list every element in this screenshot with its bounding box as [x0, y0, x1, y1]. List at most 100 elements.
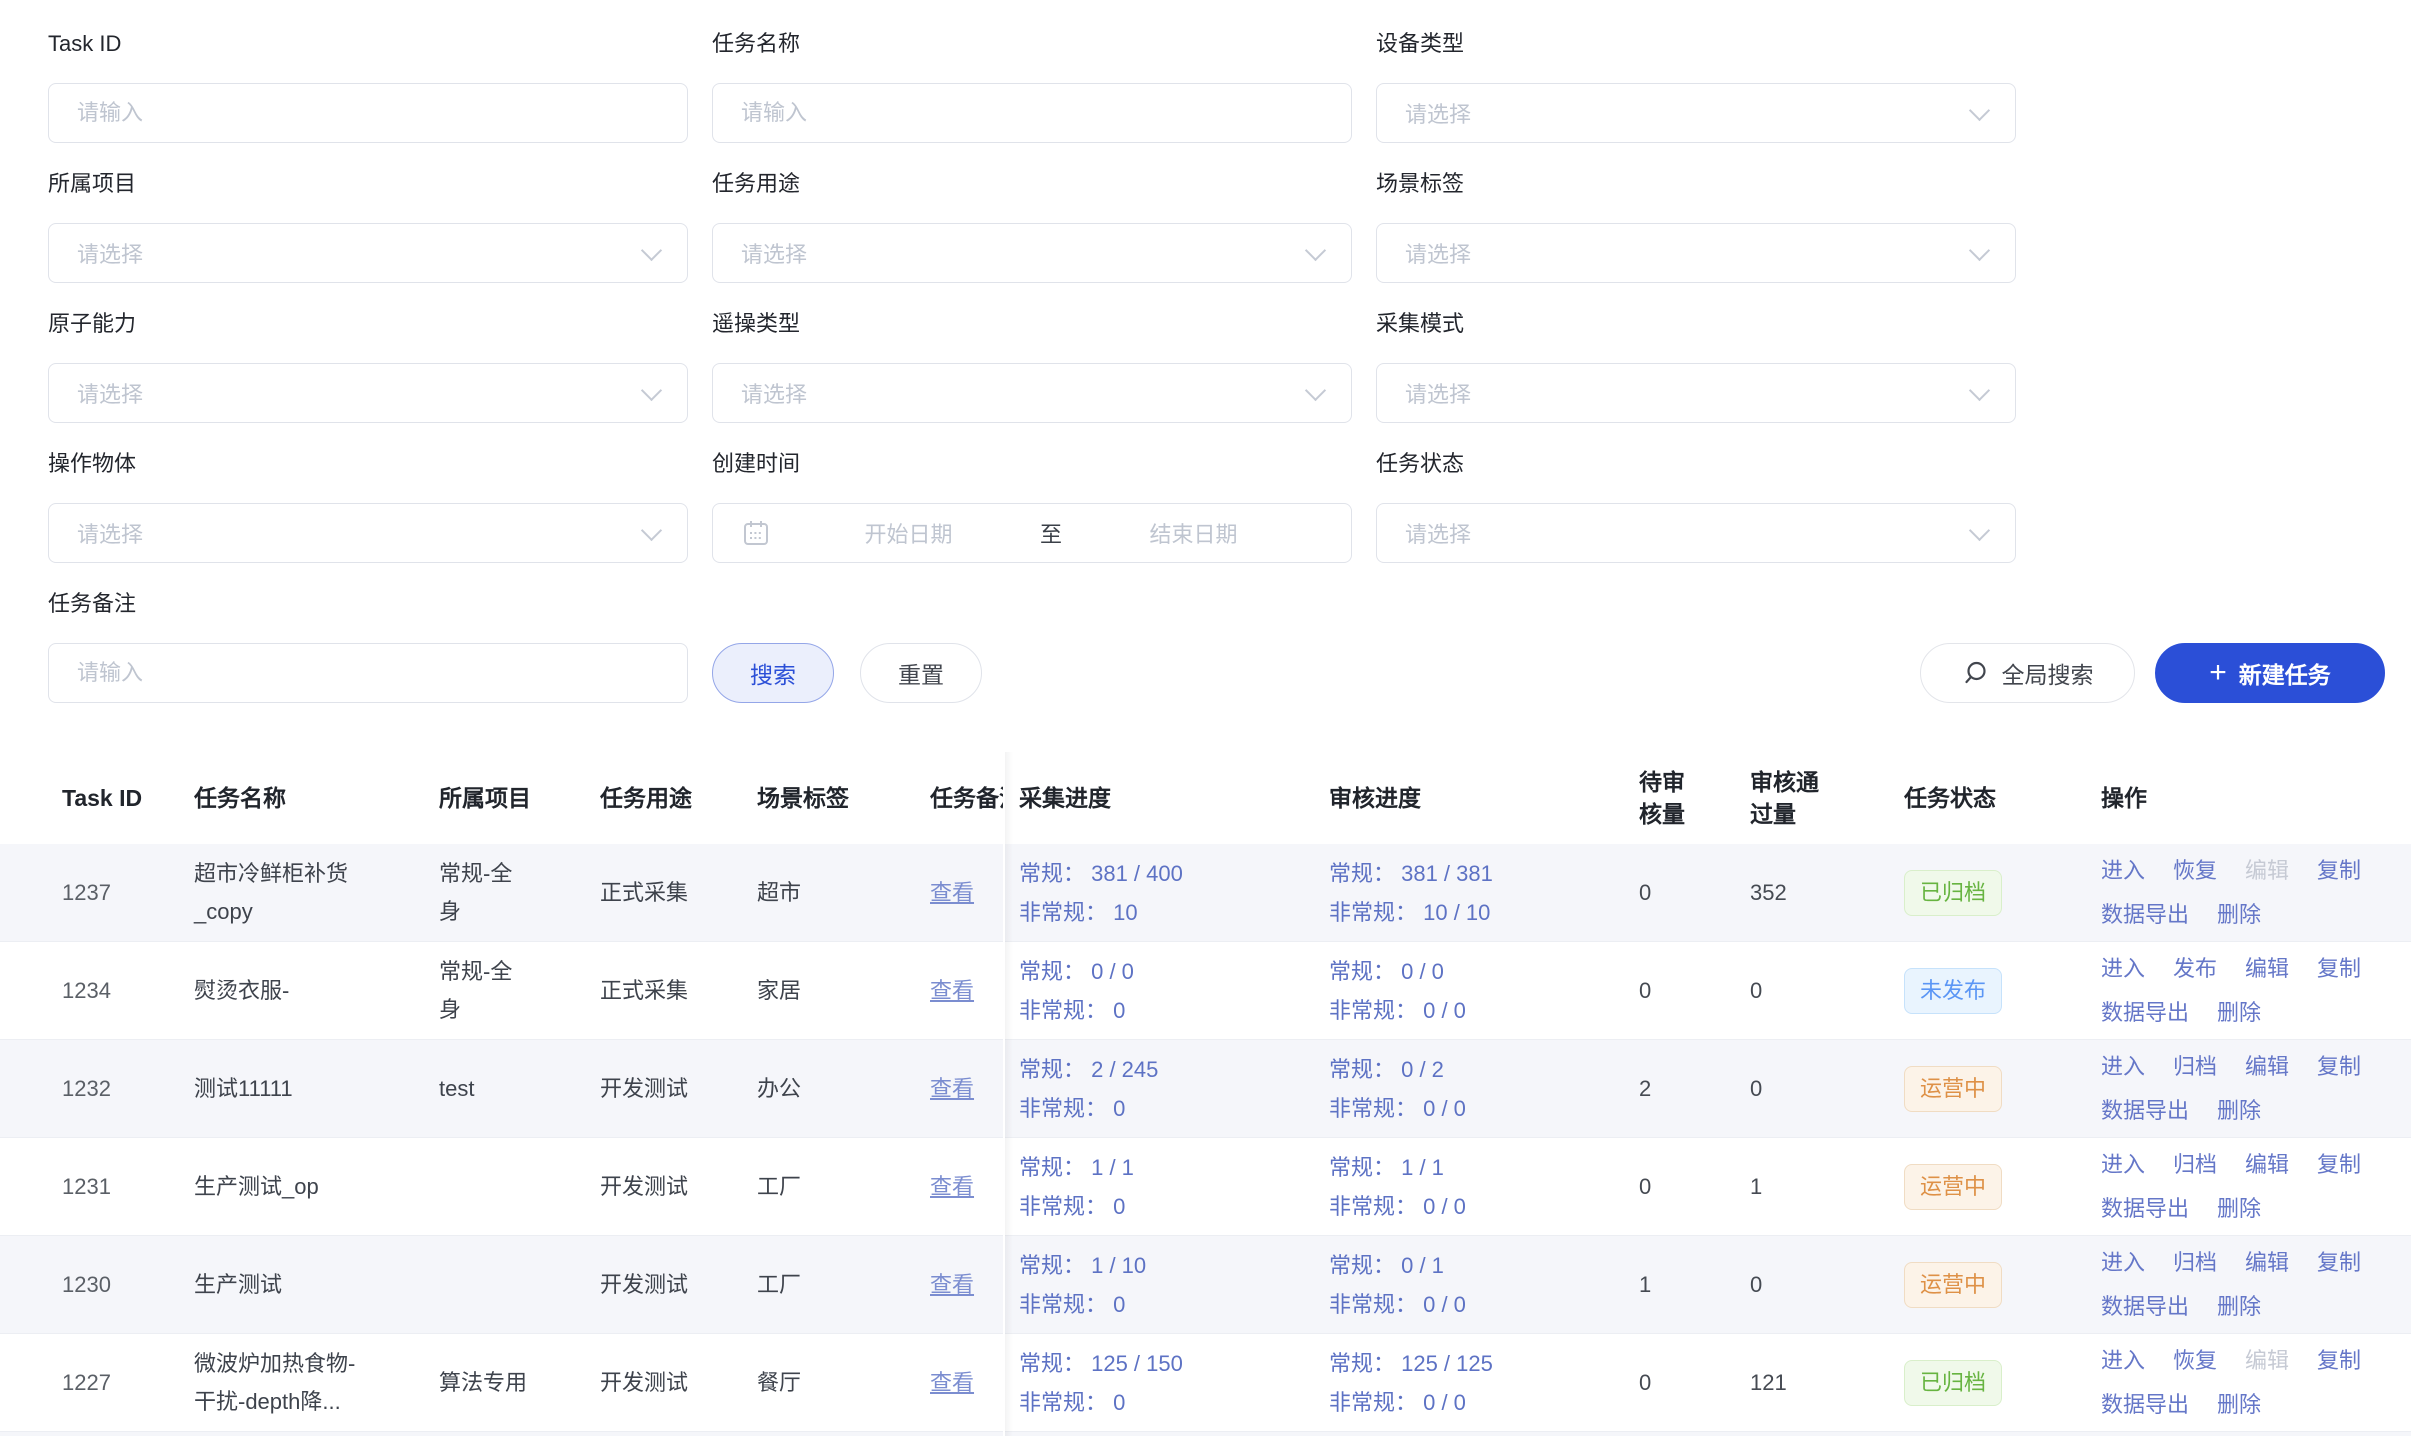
action-link[interactable]: 复制	[2317, 852, 2361, 890]
cell-task-id: 1232	[0, 1040, 180, 1137]
action-link[interactable]: 复制	[2317, 1342, 2361, 1380]
filter-actions: 搜索 重置	[712, 643, 1352, 703]
remark-view-link[interactable]: 查看	[930, 1169, 974, 1205]
action-link[interactable]: 进入	[2101, 852, 2145, 890]
action-link[interactable]: 进入	[2101, 1146, 2145, 1184]
select-placeholder: 请选择	[741, 237, 807, 269]
status-badge: 已归档	[1904, 1360, 2002, 1406]
create-task-button[interactable]: + 新建任务	[2155, 643, 2385, 703]
select-placeholder: 请选择	[77, 517, 143, 549]
action-link[interactable]: 进入	[2101, 950, 2145, 988]
cell-task-status: 运营中	[1890, 1040, 2087, 1137]
remark-view-link[interactable]: 查看	[930, 1071, 974, 1107]
teleop-type-select[interactable]: 请选择	[712, 363, 1352, 423]
task-name-input[interactable]	[712, 83, 1352, 143]
remark-view-link[interactable]: 查看	[930, 1365, 974, 1401]
action-link[interactable]: 删除	[2217, 1288, 2261, 1326]
action-link[interactable]: 数据导出	[2101, 1288, 2189, 1326]
action-link[interactable]: 删除	[2217, 1386, 2261, 1424]
scene-tag-select[interactable]: 请选择	[1376, 223, 2016, 283]
start-date-placeholder[interactable]: 开始日期	[777, 517, 1040, 549]
cell-approved-count: 121	[1736, 1334, 1890, 1431]
action-link[interactable]: 复制	[2317, 950, 2361, 988]
cell-pending-count: 0	[1625, 1334, 1736, 1431]
cell-review-progress: 常规： 0 / 0非常规： 0 / 0	[1315, 942, 1625, 1039]
task-remark-input[interactable]	[48, 643, 688, 703]
cell-project: 常规-全身	[425, 942, 586, 1039]
cell-task-id: 1227	[0, 1334, 180, 1431]
filter-field-operate-object: 操作物体 请选择	[48, 453, 688, 563]
cell-task-status: 运营中	[1890, 1138, 2087, 1235]
chevron-down-icon	[1305, 240, 1326, 261]
create-time-range-picker[interactable]: 开始日期 至 结束日期	[712, 503, 1352, 563]
action-link[interactable]: 编辑	[2245, 1146, 2289, 1184]
action-link[interactable]: 删除	[2217, 896, 2261, 934]
remark-view-link[interactable]: 查看	[930, 973, 974, 1009]
collect-mode-select[interactable]: 请选择	[1376, 363, 2016, 423]
review-regular-line: 常规： 0 / 1	[1329, 1247, 1444, 1284]
action-link[interactable]: 数据导出	[2101, 1386, 2189, 1424]
action-link[interactable]: 复制	[2317, 1244, 2361, 1282]
cell-pending-count: 2	[1625, 1040, 1736, 1137]
action-link[interactable]: 进入	[2101, 1342, 2145, 1380]
global-search-button[interactable]: 全局搜索	[1920, 643, 2135, 703]
cell-task-name: 测试11111	[180, 1040, 425, 1137]
action-link[interactable]: 删除	[2217, 1092, 2261, 1130]
scrollbar-gutter[interactable]	[2411, 752, 2432, 1436]
review-irregular-line: 非常规： 0 / 0	[1329, 1286, 1466, 1323]
cell-remark: 查看	[916, 1236, 1005, 1333]
cell-project-text: test	[439, 1070, 474, 1108]
remark-view-link[interactable]: 查看	[930, 875, 974, 911]
action-link[interactable]: 恢复	[2173, 852, 2217, 890]
action-link[interactable]: 恢复	[2173, 1342, 2217, 1380]
action-link[interactable]: 数据导出	[2101, 1190, 2189, 1228]
purpose-select[interactable]: 请选择	[712, 223, 1352, 283]
action-link[interactable]: 进入	[2101, 1244, 2145, 1282]
cell-remark: 查看	[916, 942, 1005, 1039]
project-select[interactable]: 请选择	[48, 223, 688, 283]
action-link[interactable]: 数据导出	[2101, 994, 2189, 1032]
cell-task-name: 超市冷鲜柜补货_copy	[180, 844, 425, 941]
cell-review-progress: 常规： 125 / 125非常规： 0 / 0	[1315, 1334, 1625, 1431]
action-link[interactable]: 进入	[2101, 1048, 2145, 1086]
action-link[interactable]: 复制	[2317, 1048, 2361, 1086]
cell-task-name-text: 超市冷鲜柜补货_copy	[194, 855, 348, 931]
end-date-placeholder[interactable]: 结束日期	[1062, 517, 1325, 549]
reset-button[interactable]: 重置	[860, 643, 982, 703]
collect-irregular-line: 非常规： 0	[1019, 992, 1125, 1029]
approved-count-value: 0	[1750, 1267, 1762, 1303]
status-badge: 运营中	[1904, 1066, 2002, 1112]
action-link[interactable]: 归档	[2173, 1244, 2217, 1282]
cell-approved-count: 0	[1736, 1236, 1890, 1333]
action-link[interactable]: 归档	[2173, 1048, 2217, 1086]
search-button[interactable]: 搜索	[712, 643, 834, 703]
collect-irregular-line: 非常规： 0	[1019, 1188, 1125, 1225]
action-link[interactable]: 删除	[2217, 1190, 2261, 1228]
cell-approved-count: 0	[1736, 1040, 1890, 1137]
approved-count-value: 0	[1750, 1071, 1762, 1107]
action-link[interactable]: 发布	[2173, 950, 2217, 988]
operate-object-select[interactable]: 请选择	[48, 503, 688, 563]
task-id-input[interactable]	[48, 83, 688, 143]
task-status-select[interactable]: 请选择	[1376, 503, 2016, 563]
action-link[interactable]: 编辑	[2245, 1244, 2289, 1282]
atomic-ability-select[interactable]: 请选择	[48, 363, 688, 423]
device-type-select[interactable]: 请选择	[1376, 83, 2016, 143]
approved-count-value: 352	[1750, 875, 1787, 911]
action-link[interactable]: 复制	[2317, 1146, 2361, 1184]
action-link[interactable]: 编辑	[2245, 950, 2289, 988]
calendar-icon	[741, 518, 771, 548]
action-link[interactable]: 编辑	[2245, 1048, 2289, 1086]
table-row: 1232测试11111test开发测试办公查看常规： 2 / 245非常规： 0…	[0, 1040, 2432, 1138]
cell-collect-progress: 常规： 2 / 245非常规： 0	[1005, 1040, 1315, 1137]
select-placeholder: 请选择	[1405, 237, 1471, 269]
action-link[interactable]: 数据导出	[2101, 896, 2189, 934]
action-link[interactable]: 数据导出	[2101, 1092, 2189, 1130]
cell-collect-progress: 常规： 125 / 150非常规： 0	[1005, 1334, 1315, 1431]
review-irregular-line: 非常规： 0 / 0	[1329, 1090, 1466, 1127]
remark-view-link[interactable]: 查看	[930, 1267, 974, 1303]
action-link[interactable]: 删除	[2217, 994, 2261, 1032]
filter-field-teleop-type: 遥操类型 请选择	[712, 313, 1352, 423]
action-link[interactable]: 归档	[2173, 1146, 2217, 1184]
chevron-down-icon	[1969, 100, 1990, 121]
